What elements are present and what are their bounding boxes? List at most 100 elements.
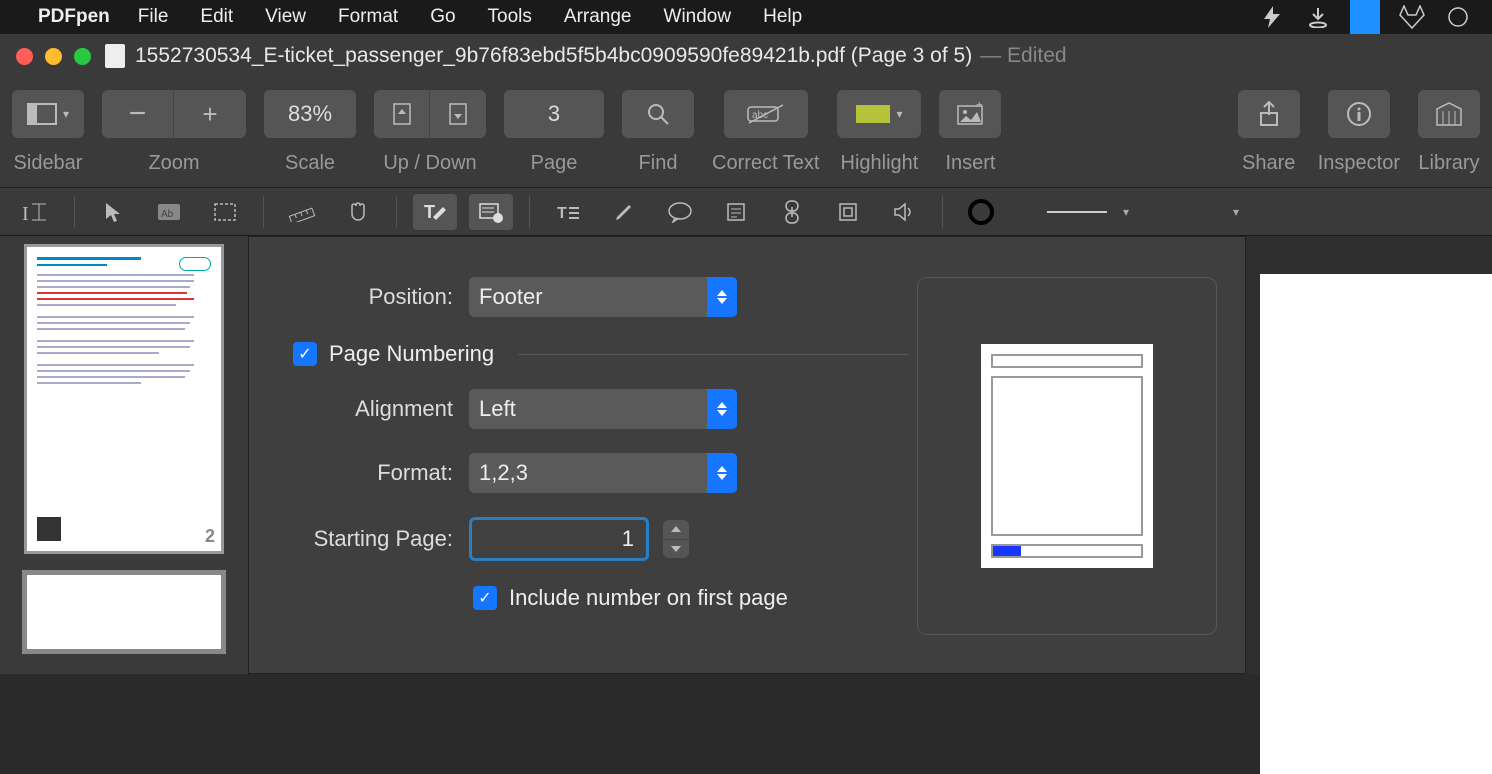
position-select[interactable]: Footer xyxy=(469,277,737,317)
preview-footer-region xyxy=(991,544,1143,558)
comment-tool-icon[interactable] xyxy=(658,194,702,230)
toolbar: ▾ Sidebar − + Zoom 83% Scale Up / Down xyxy=(0,78,1492,188)
gitlab-icon[interactable] xyxy=(1398,3,1426,31)
insert-button[interactable]: + xyxy=(939,90,1001,138)
fullscreen-window-button[interactable] xyxy=(74,48,91,65)
starting-page-stepper[interactable] xyxy=(663,520,689,558)
thumbnail-sidebar: 2 xyxy=(0,236,248,674)
scale-field[interactable]: 83% xyxy=(264,90,356,138)
menu-arrange[interactable]: Arrange xyxy=(564,6,632,28)
window-title: 1552730534_E-ticket_passenger_9b76f83ebd… xyxy=(135,44,972,68)
inspector-label: Inspector xyxy=(1318,152,1400,175)
include-first-page-label: Include number on first page xyxy=(509,585,788,611)
svg-text:I: I xyxy=(22,203,29,224)
color-ring-icon[interactable] xyxy=(959,194,1003,230)
close-window-button[interactable] xyxy=(16,48,33,65)
correct-text-button[interactable]: abc xyxy=(724,90,808,138)
page-label: Page xyxy=(531,152,578,175)
page-thumbnail-3[interactable] xyxy=(24,572,224,652)
preview-body-region xyxy=(991,376,1143,536)
fill-style-picker[interactable] xyxy=(1161,211,1221,212)
find-button[interactable] xyxy=(622,90,694,138)
link-tool-icon[interactable] xyxy=(770,194,814,230)
document-view[interactable] xyxy=(1246,236,1492,674)
include-first-page-checkbox[interactable]: ✓ xyxy=(473,586,497,610)
svg-text:T: T xyxy=(557,205,567,222)
updown-label: Up / Down xyxy=(383,152,476,175)
insert-label: Insert xyxy=(945,152,995,175)
stepper-up-icon[interactable] xyxy=(663,520,689,540)
blue-tray-app-icon[interactable] xyxy=(1350,0,1380,34)
correct-text-label: Correct Text xyxy=(712,152,819,175)
text-select-tool-icon[interactable]: Ab xyxy=(147,194,191,230)
share-label: Share xyxy=(1242,152,1295,175)
zoom-label: Zoom xyxy=(148,152,199,175)
format-select[interactable]: 1,2,3 xyxy=(469,453,737,493)
attachment-tool-icon[interactable] xyxy=(826,194,870,230)
edited-indicator: — Edited xyxy=(980,44,1066,68)
stepper-down-icon[interactable] xyxy=(663,540,689,559)
starting-page-input[interactable]: 1 xyxy=(469,517,649,561)
circle-icon[interactable] xyxy=(1444,3,1472,31)
preview-page xyxy=(981,344,1153,568)
inspector-button[interactable] xyxy=(1328,90,1390,138)
menu-go[interactable]: Go xyxy=(430,6,455,28)
document-proxy-icon[interactable] xyxy=(105,44,125,68)
zoom-in-button[interactable]: + xyxy=(174,90,246,138)
sound-tool-icon[interactable] xyxy=(882,194,926,230)
stroke-style-picker[interactable] xyxy=(1047,211,1107,213)
menubar: PDFpen File Edit View Format Go Tools Ar… xyxy=(0,0,1492,34)
app-menu[interactable]: PDFpen xyxy=(38,6,110,28)
pan-tool-icon[interactable] xyxy=(336,194,380,230)
alignment-label: Alignment xyxy=(269,396,469,422)
arrow-select-tool-icon[interactable] xyxy=(91,194,135,230)
download-icon[interactable] xyxy=(1304,3,1332,31)
bolt-icon[interactable] xyxy=(1258,3,1286,31)
chevron-down-icon[interactable]: ▾ xyxy=(1233,205,1239,219)
pencil-tool-icon[interactable] xyxy=(602,194,646,230)
redact-tool-icon[interactable] xyxy=(469,194,513,230)
library-label: Library xyxy=(1418,152,1479,175)
menu-edit[interactable]: Edit xyxy=(200,6,233,28)
zoom-out-button[interactable]: − xyxy=(102,90,174,138)
find-label: Find xyxy=(639,152,678,175)
page-down-button[interactable] xyxy=(430,90,486,138)
svg-text:T: T xyxy=(424,202,435,222)
highlight-button[interactable]: ▾ xyxy=(837,90,921,138)
menu-file[interactable]: File xyxy=(138,6,169,28)
library-button[interactable] xyxy=(1418,90,1480,138)
document-page xyxy=(1260,274,1492,774)
menu-help[interactable]: Help xyxy=(763,6,802,28)
header-footer-panel: Position: Footer ✓ Page Numbering Alignm… xyxy=(248,236,1246,674)
chevron-down-icon[interactable]: ▾ xyxy=(1123,205,1129,219)
minimize-window-button[interactable] xyxy=(45,48,62,65)
share-button[interactable] xyxy=(1238,90,1300,138)
highlight-text-tool-icon[interactable]: T xyxy=(413,194,457,230)
text-format-tool-icon[interactable]: T xyxy=(546,194,590,230)
sidebar-toggle-button[interactable]: ▾ xyxy=(12,90,84,138)
text-edit-tool-icon[interactable]: I xyxy=(14,194,58,230)
qr-code-icon xyxy=(37,517,61,541)
menu-view[interactable]: View xyxy=(265,6,306,28)
page-numbering-checkbox[interactable]: ✓ xyxy=(293,342,317,366)
svg-text:+: + xyxy=(976,102,982,111)
preview-header-region xyxy=(991,354,1143,368)
format-value: 1,2,3 xyxy=(479,460,528,486)
measure-tool-icon[interactable] xyxy=(280,194,324,230)
marquee-select-tool-icon[interactable] xyxy=(203,194,247,230)
menu-window[interactable]: Window xyxy=(664,6,732,28)
note-tool-icon[interactable] xyxy=(714,194,758,230)
alignment-select[interactable]: Left xyxy=(469,389,737,429)
page-up-button[interactable] xyxy=(374,90,430,138)
select-arrows-icon xyxy=(707,453,737,493)
menu-tools[interactable]: Tools xyxy=(488,6,532,28)
menu-format[interactable]: Format xyxy=(338,6,398,28)
highlight-label: Highlight xyxy=(841,152,919,175)
sidebar-label: Sidebar xyxy=(14,152,83,175)
position-value: Footer xyxy=(479,284,543,310)
select-arrows-icon xyxy=(707,389,737,429)
select-arrows-icon xyxy=(707,277,737,317)
format-label: Format: xyxy=(269,460,469,486)
page-field[interactable]: 3 xyxy=(504,90,604,138)
page-thumbnail-2[interactable]: 2 xyxy=(24,244,224,554)
